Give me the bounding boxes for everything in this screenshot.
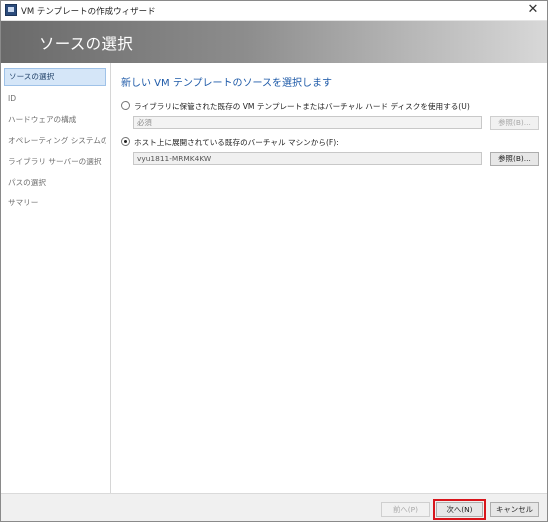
prev-button[interactable]: 前へ(P) [381, 502, 430, 517]
library-source-input[interactable]: 必須 [133, 116, 482, 129]
host-option-row[interactable]: ホスト上に展開されている既存のバーチャル マシンから(F): [121, 137, 339, 149]
page-title: ソースの選択 [39, 35, 134, 53]
sidebar-item-id[interactable]: ID [4, 90, 106, 108]
wizard-header: ソースの選択 [1, 21, 547, 63]
sidebar-item-source[interactable]: ソースの選択 [4, 68, 106, 86]
host-option-label: ホスト上に展開されている既存のバーチャル マシンから(F): [134, 138, 339, 147]
library-browse-button[interactable]: 参照(B)... [490, 116, 539, 130]
wizard-footer: 前へ(P) 次へ(N) キャンセル [1, 493, 547, 521]
wizard-window: VM テンプレートの作成ウィザード ✕ ソースの選択 ソースの選択 ID ハード… [0, 0, 548, 522]
sidebar-item-os[interactable]: オペレーティング システムの構成 [4, 132, 106, 150]
sidebar-item-path[interactable]: パスの選択 [4, 174, 106, 192]
cancel-button[interactable]: キャンセル [490, 502, 539, 517]
host-radio[interactable] [121, 137, 130, 146]
main-content: 新しい VM テンプレートのソースを選択します ライブラリに保管された既存の V… [111, 63, 547, 493]
sidebar-item-summary[interactable]: サマリー [4, 194, 106, 212]
host-browse-button[interactable]: 参照(B)... [490, 152, 539, 166]
close-icon[interactable]: ✕ [525, 2, 541, 18]
wizard-steps-sidebar: ソースの選択 ID ハードウェアの構成 オペレーティング システムの構成 ライブ… [1, 63, 111, 493]
sidebar-item-library-server[interactable]: ライブラリ サーバーの選択 [4, 153, 106, 171]
library-radio[interactable] [121, 101, 130, 110]
library-option-label: ライブラリに保管された既存の VM テンプレートまたはバーチャル ハード ディス… [134, 102, 470, 111]
window-title: VM テンプレートの作成ウィザード [21, 7, 156, 17]
library-option-row[interactable]: ライブラリに保管された既存の VM テンプレートまたはバーチャル ハード ディス… [121, 101, 470, 113]
sidebar-item-hardware[interactable]: ハードウェアの構成 [4, 111, 106, 129]
app-icon [5, 4, 17, 16]
host-vm-input[interactable]: vyu1811-MRMK4KW [133, 152, 482, 165]
next-button[interactable]: 次へ(N) [436, 502, 483, 517]
title-bar: VM テンプレートの作成ウィザード ✕ [1, 1, 547, 21]
section-heading: 新しい VM テンプレートのソースを選択します [121, 78, 333, 89]
